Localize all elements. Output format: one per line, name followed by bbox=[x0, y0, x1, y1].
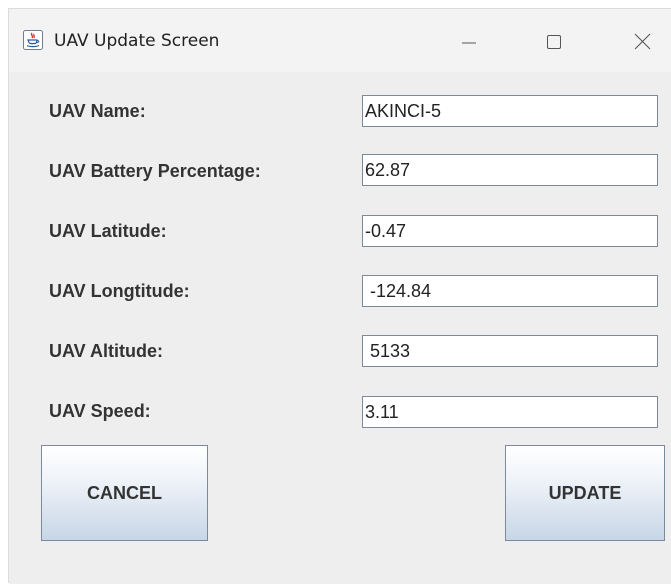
uav-latitude-label: UAV Latitude: bbox=[49, 221, 167, 241]
maximize-icon[interactable] bbox=[539, 27, 569, 57]
uav-longtitude-input[interactable] bbox=[362, 275, 658, 307]
uav-update-window: UAV Update Screen UAV Name: UAV Battery … bbox=[8, 8, 671, 584]
close-icon[interactable] bbox=[628, 27, 658, 57]
cancel-button[interactable]: CANCEL bbox=[41, 445, 208, 541]
java-icon bbox=[23, 30, 43, 50]
uav-latitude-input[interactable] bbox=[362, 215, 658, 247]
title-bar[interactable]: UAV Update Screen bbox=[9, 9, 671, 72]
uav-speed-input[interactable] bbox=[362, 396, 658, 428]
uav-speed-label: UAV Speed: bbox=[49, 401, 151, 421]
minimize-icon[interactable] bbox=[454, 27, 484, 57]
uav-name-input[interactable] bbox=[362, 95, 658, 127]
uav-battery-percentage-label: UAV Battery Percentage: bbox=[49, 161, 261, 181]
uav-altitude-label: UAV Altitude: bbox=[49, 341, 163, 361]
window-title: UAV Update Screen bbox=[54, 31, 220, 51]
form-panel: UAV Name: UAV Battery Percentage: UAV La… bbox=[9, 72, 671, 584]
update-button[interactable]: UPDATE bbox=[505, 445, 665, 541]
uav-longtitude-label: UAV Longtitude: bbox=[49, 281, 190, 301]
uav-name-label: UAV Name: bbox=[49, 101, 146, 121]
uav-battery-percentage-input[interactable] bbox=[362, 154, 658, 186]
uav-altitude-input[interactable] bbox=[362, 335, 658, 367]
